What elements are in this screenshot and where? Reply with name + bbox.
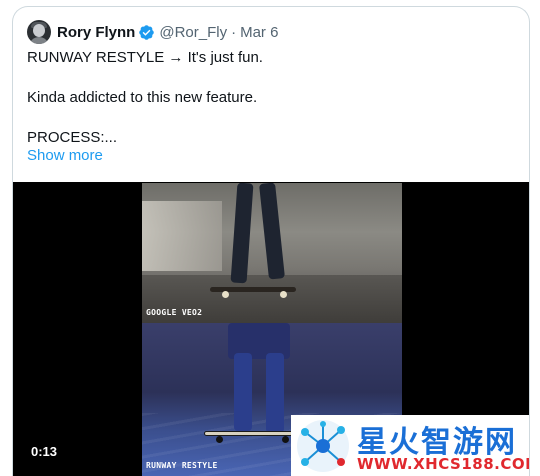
verified-badge-icon xyxy=(139,24,155,40)
skater-figure xyxy=(230,183,290,288)
video-elapsed-time: 0:13 xyxy=(27,442,62,461)
tweet-text-line: PROCESS:... xyxy=(27,129,118,146)
tweet-text-line: RUNWAY RESTYLE → It's just fun. xyxy=(27,49,263,66)
tweet-card[interactable]: Rory Flynn @Ror_Fly · Mar 6 RUNWAY RESTY… xyxy=(12,6,530,476)
video-player[interactable]: GOOGLE VEO2 RUNWAY RESTYLE 0:13 星火智游网 WW… xyxy=(13,182,530,476)
skater-figure xyxy=(224,323,294,438)
top-frame-label: GOOGLE VEO2 xyxy=(146,308,203,317)
author-handle[interactable]: @Ror_Fly xyxy=(159,24,227,41)
tweet-text-line: Kinda addicted to this new feature. xyxy=(27,89,258,106)
network-logo-icon xyxy=(297,420,349,472)
video-frame-original: GOOGLE VEO2 xyxy=(142,183,402,323)
author-display-name[interactable]: Rory Flynn xyxy=(57,24,135,41)
site-watermark: 星火智游网 WWW.XHCS188.COM xyxy=(291,415,530,476)
header-separator: · xyxy=(231,23,237,41)
tweet-date[interactable]: Mar 6 xyxy=(240,24,278,41)
show-more-link[interactable]: Show more xyxy=(27,147,103,164)
tweet-header: Rory Flynn @Ror_Fly · Mar 6 xyxy=(27,19,278,45)
bottom-frame-label: RUNWAY RESTYLE xyxy=(146,461,218,470)
watermark-url: WWW.XHCS188.COM xyxy=(357,455,530,473)
tweet-text: RUNWAY RESTYLE → It's just fun. Kinda ad… xyxy=(27,48,517,148)
avatar[interactable] xyxy=(27,20,51,44)
